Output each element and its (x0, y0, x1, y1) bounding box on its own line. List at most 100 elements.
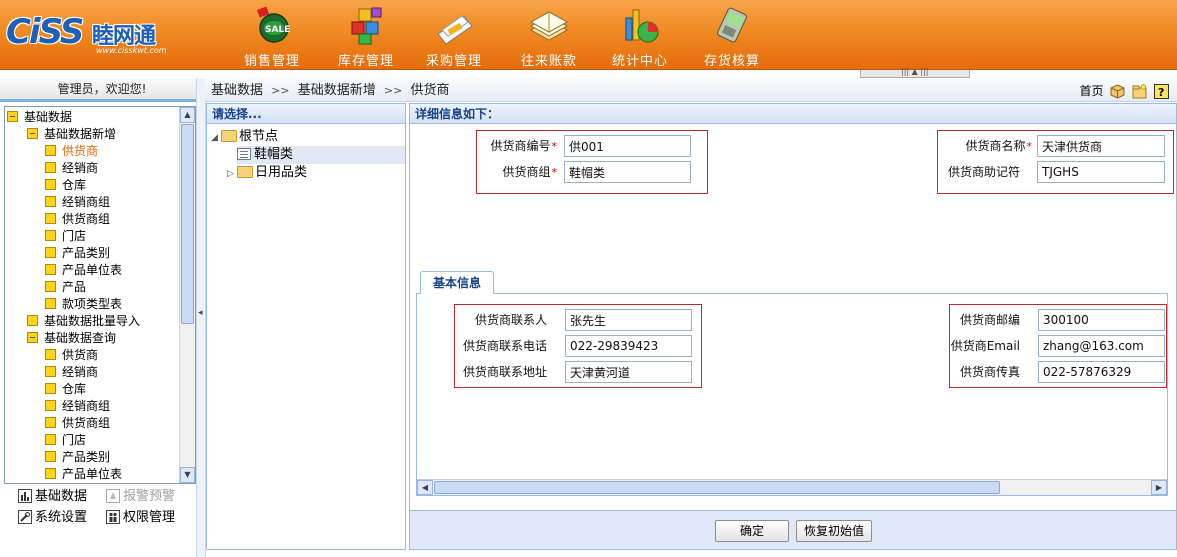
scroll-down-icon[interactable]: ▼ (180, 467, 195, 483)
scroll-left-icon[interactable]: ◀ (417, 480, 433, 495)
horizontal-scroll-thumb[interactable] (434, 481, 1000, 494)
postcode-input[interactable] (1038, 309, 1165, 331)
tree-item-label: 基础数据新增 (44, 127, 117, 141)
sidebar-splitter[interactable]: ◂ (196, 78, 206, 557)
tree-group[interactable]: 基础数据 (7, 109, 72, 126)
tree-item[interactable]: 仓库 (45, 177, 86, 194)
help-icon[interactable]: ? (1154, 84, 1169, 99)
tree-node-shoes-hats[interactable]: 鞋帽类 (237, 146, 405, 164)
tree-item[interactable]: 仓库 (45, 381, 86, 398)
tree-group[interactable]: 基础数据查询 (27, 330, 116, 347)
tree-item-label: 经销商组 (62, 399, 111, 413)
tree-item-label: 款项类型表 (62, 297, 123, 311)
fax-row: 供货商传真 (950, 361, 1166, 383)
supplier-name-input[interactable] (1037, 135, 1165, 157)
navigation-tree: 基础数据 基础数据新增 供货商 经销商 仓库 经销商组 供货商组 门店 产品类别 产品单位表 产品款… (4, 106, 196, 484)
header-collapse-handle[interactable]: ||| ▲ ||| (860, 67, 970, 78)
tree-item[interactable]: 产品 (45, 279, 86, 296)
tree-item[interactable]: 门店 (45, 432, 86, 449)
contact-phone-input[interactable] (565, 335, 692, 357)
tree-scrollbar[interactable]: ▲ ▼ (179, 107, 195, 483)
tree-item[interactable]: 门店 (45, 228, 86, 245)
link-settings[interactable]: 系统设置 (18, 509, 87, 527)
supplier-group-input[interactable] (564, 161, 691, 183)
sale-icon: SALE (256, 6, 290, 43)
svg-text:?: ? (1158, 86, 1164, 99)
tree-item[interactable]: 经销商组 (45, 398, 110, 415)
nav-inventory[interactable]: 库存管理 (326, 0, 406, 70)
tree-item-label: 门店 (62, 229, 87, 243)
supplier-group-row: 供货商组* (477, 161, 707, 183)
tree-item-label: 供货商 (62, 348, 99, 362)
tree-root-node[interactable]: ◢ 根节点 (211, 128, 405, 146)
expand-icon[interactable] (27, 315, 38, 326)
contact-person-input[interactable] (565, 309, 692, 331)
expanded-arrow-icon[interactable]: ◢ (211, 129, 221, 147)
breadcrumb-bar: 基础数据 >> 基础数据新增 >> 供货商 首页 ? (205, 78, 1177, 102)
link-basic-data[interactable]: 基础数据 (18, 488, 87, 506)
home-link[interactable]: 首页 (1080, 84, 1104, 98)
tree-item[interactable]: 产品类别 (45, 449, 110, 466)
item-icon (45, 434, 56, 445)
email-input[interactable] (1038, 335, 1165, 357)
supplier-name-label: 供货商名称* (965, 139, 1032, 153)
tree-item[interactable]: 经销商组 (45, 194, 110, 211)
item-icon (45, 196, 56, 207)
supplier-mnemonic-label: 供货商助记符 (947, 165, 1020, 179)
nav-statistics[interactable]: 统计中心 (600, 0, 680, 70)
supplier-id-label: 供货商编号* (490, 139, 557, 153)
package-icon[interactable] (1110, 84, 1125, 99)
confirm-button[interactable]: 确定 (715, 520, 789, 542)
tree-group[interactable]: 基础数据新增 (27, 126, 116, 143)
tree-scroll-thumb[interactable] (181, 124, 194, 324)
link-permission[interactable]: 权限管理 (106, 509, 175, 527)
wrench-icon (18, 509, 32, 524)
tree-item[interactable]: 供货商 (45, 347, 98, 364)
nav-accounts[interactable]: 往来账款 (509, 0, 589, 70)
tree-item[interactable]: 供货商 (45, 143, 98, 160)
collapsed-arrow-icon[interactable]: ▷ (227, 165, 237, 183)
nav-accounts-label: 往来账款 (520, 54, 577, 69)
tree-item[interactable]: 经销商 (45, 160, 98, 177)
category-panel-title: 请选择... (207, 104, 405, 124)
tree-item[interactable]: 产品单位表 (45, 262, 122, 279)
horizontal-scrollbar[interactable]: ◀ ▶ (417, 479, 1167, 495)
link-alarm[interactable]: 报警预警 (106, 488, 175, 506)
tree-item-label: 产品单位表 (62, 263, 123, 277)
tab-basic-info[interactable]: 基本信息 (420, 271, 494, 295)
contact-address-input[interactable] (565, 361, 692, 383)
breadcrumb-item[interactable]: 基础数据 (211, 83, 263, 98)
tree-item[interactable]: 款项类型表 (45, 296, 122, 313)
nav-purchase[interactable]: 采购管理 (414, 0, 494, 70)
detail-panel-title: 详细信息如下： (410, 104, 1176, 124)
scroll-right-icon[interactable]: ▶ (1151, 480, 1167, 495)
tree-item[interactable]: 产品类别 (45, 245, 110, 262)
contact-person-row: 供货商联系人 (455, 309, 701, 331)
breadcrumb-item[interactable]: 基础数据新增 (298, 83, 376, 98)
tree-item[interactable]: 供货商组 (45, 211, 110, 228)
nav-sales-label: 销售管理 (243, 54, 300, 69)
tree-node-label: 鞋帽类 (254, 147, 294, 162)
tree-item[interactable]: 经销商 (45, 364, 98, 381)
tree-item[interactable]: 产品单位表 (45, 466, 122, 483)
fax-input[interactable] (1038, 361, 1165, 383)
nav-sales[interactable]: SALE 销售管理 (232, 0, 312, 70)
top-header: CiSS 睦网通 www.cisskwt.com SALE 销售管理 库存管理 … (0, 0, 1177, 70)
collapse-icon[interactable] (27, 332, 38, 343)
supplier-id-input[interactable] (564, 135, 691, 157)
svg-text:SALE: SALE (265, 25, 290, 35)
tree-node-daily-goods[interactable]: ▷ 日用品类 (227, 164, 405, 182)
purchase-icon (437, 15, 473, 45)
collapse-icon[interactable] (27, 128, 38, 139)
reset-button[interactable]: 恢复初始值 (796, 520, 872, 542)
item-icon (45, 400, 56, 411)
supplier-mnemonic-input[interactable] (1037, 161, 1165, 183)
tree-item[interactable]: 供货商组 (45, 415, 110, 432)
nav-stock-accounting[interactable]: 存货核算 (692, 0, 772, 70)
scroll-up-icon[interactable]: ▲ (180, 107, 195, 123)
logo-text: CiSS (6, 12, 84, 52)
folder-star-icon[interactable] (1132, 84, 1147, 99)
breadcrumb-separator: >> (383, 84, 403, 97)
tree-group[interactable]: 基础数据批量导入 (27, 313, 140, 330)
collapse-icon[interactable] (7, 111, 18, 122)
